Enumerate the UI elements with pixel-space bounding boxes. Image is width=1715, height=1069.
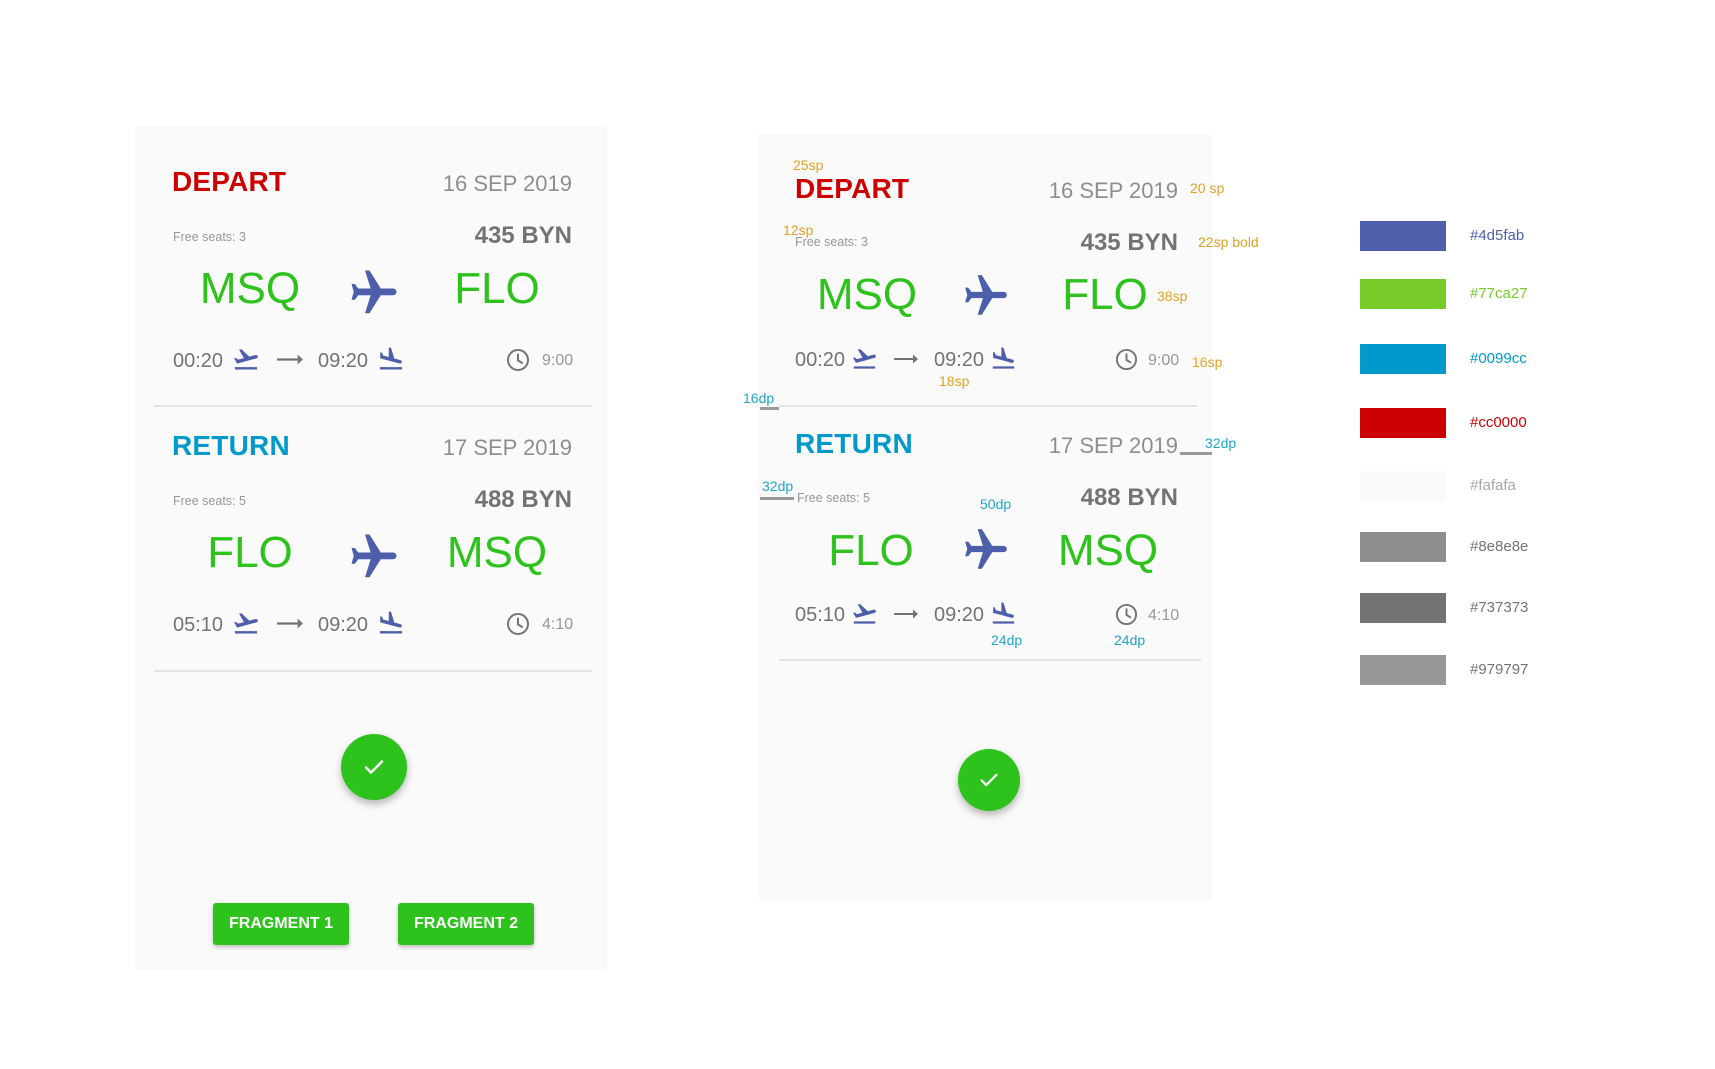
color-swatch xyxy=(1360,408,1446,438)
color-hex-label: #8e8e8e xyxy=(1470,538,1529,555)
color-hex-label: #77ca27 xyxy=(1470,285,1528,302)
color-swatch xyxy=(1360,655,1446,685)
depart-duration: 9:00 xyxy=(1148,352,1180,369)
landing-icon xyxy=(377,345,405,373)
clock-icon xyxy=(506,612,530,636)
return-arrival-time: 09:20 xyxy=(934,604,985,626)
return-duration: 4:10 xyxy=(1148,607,1180,624)
return-date: 17 SEP 2019 xyxy=(442,435,572,460)
depart-date: 16 SEP 2019 xyxy=(442,171,572,196)
depart-destination-code: FLO xyxy=(454,264,540,313)
depart-title: DEPART xyxy=(172,166,287,197)
annotation-code-size: 38sp xyxy=(1157,288,1188,304)
return-departure-time: 05:10 xyxy=(173,614,224,636)
clock-icon xyxy=(1115,348,1138,371)
annotation-margin-32-right: 32dp xyxy=(1205,435,1237,451)
divider xyxy=(154,670,592,672)
landing-icon xyxy=(990,600,1017,627)
annotation-date-size: 20 sp xyxy=(1190,180,1225,196)
color-swatch xyxy=(1360,593,1446,623)
annotation-title-size: 25sp xyxy=(793,157,824,173)
annotation-icon-size: 24dp xyxy=(991,632,1023,648)
depart-date: 16 SEP 2019 xyxy=(1048,178,1178,203)
divider xyxy=(779,659,1201,661)
confirm-fab-button[interactable] xyxy=(341,734,407,800)
color-swatch xyxy=(1360,279,1446,309)
takeoff-icon xyxy=(232,609,260,637)
airplane-icon xyxy=(961,271,1011,321)
depart-departure-time: 00:20 xyxy=(173,350,224,372)
return-title: RETURN xyxy=(795,428,913,459)
color-swatch xyxy=(1360,344,1446,374)
fragment-1-button[interactable]: FRAGMENT 1 xyxy=(213,903,349,945)
return-departure-time: 05:10 xyxy=(795,604,846,626)
airplane-icon xyxy=(347,530,401,584)
color-hex-label: #737373 xyxy=(1470,599,1529,616)
depart-duration: 9:00 xyxy=(542,352,574,369)
color-swatch xyxy=(1360,221,1446,251)
arrow-right-icon xyxy=(277,617,303,630)
confirm-fab-button[interactable] xyxy=(958,749,1020,811)
margin-marker xyxy=(760,407,779,410)
annotation-time-size: 18sp xyxy=(939,373,970,389)
depart-title: DEPART xyxy=(795,173,910,204)
airplane-icon xyxy=(961,525,1011,575)
return-arrival-time: 09:20 xyxy=(318,614,369,636)
clock-icon xyxy=(506,348,530,372)
check-icon xyxy=(978,769,1000,791)
divider xyxy=(154,405,592,407)
takeoff-icon xyxy=(851,600,878,627)
margin-marker xyxy=(1180,452,1212,455)
return-origin-code: FLO xyxy=(207,528,293,577)
return-title: RETURN xyxy=(172,430,290,461)
color-hex-label: #979797 xyxy=(1470,661,1529,678)
takeoff-icon xyxy=(232,345,260,373)
return-duration: 4:10 xyxy=(542,616,574,633)
takeoff-icon xyxy=(851,345,878,372)
return-free-seats: Free seats: 5 xyxy=(173,494,246,508)
annotation-margin-16: 16dp xyxy=(743,390,775,406)
depart-arrival-time: 09:20 xyxy=(318,350,369,372)
depart-departure-time: 00:20 xyxy=(795,349,846,371)
depart-destination-code: FLO xyxy=(1062,270,1148,319)
color-hex-label: #4d5fab xyxy=(1470,227,1525,244)
arrow-right-icon xyxy=(894,608,918,620)
landing-icon xyxy=(990,345,1017,372)
color-hex-label: #0099cc xyxy=(1470,350,1527,367)
clock-icon xyxy=(1115,603,1138,626)
depart-free-seats: Free seats: 3 xyxy=(795,235,868,249)
return-destination-code: MSQ xyxy=(446,528,548,577)
depart-price: 435 BYN xyxy=(1080,229,1178,256)
annotation-margin-32-left: 32dp xyxy=(762,478,794,494)
annotation-plane-size: 50dp xyxy=(980,496,1012,512)
return-price: 488 BYN xyxy=(1080,484,1178,511)
return-destination-code: MSQ xyxy=(1057,526,1159,575)
depart-price: 435 BYN xyxy=(474,222,572,249)
color-swatch xyxy=(1360,471,1446,501)
return-price: 488 BYN xyxy=(474,486,572,513)
color-hex-label: #fafafa xyxy=(1470,477,1516,494)
landing-icon xyxy=(377,609,405,637)
margin-marker xyxy=(760,497,794,500)
airplane-icon xyxy=(347,266,401,320)
depart-origin-code: MSQ xyxy=(199,264,301,313)
return-date: 17 SEP 2019 xyxy=(1048,433,1178,458)
check-icon xyxy=(362,755,386,779)
arrow-right-icon xyxy=(277,353,303,366)
annotation-clock-size: 24dp xyxy=(1114,632,1146,648)
color-swatch xyxy=(1360,532,1446,562)
annotation-duration-size: 16sp xyxy=(1192,354,1223,370)
annotation-price-size: 22sp bold xyxy=(1198,234,1259,250)
return-free-seats: Free seats: 5 xyxy=(797,491,870,505)
color-hex-label: #cc0000 xyxy=(1470,414,1527,431)
divider xyxy=(779,405,1197,407)
return-origin-code: FLO xyxy=(828,526,914,575)
depart-origin-code: MSQ xyxy=(816,270,918,319)
arrow-right-icon xyxy=(894,353,918,365)
fragment-2-button[interactable]: FRAGMENT 2 xyxy=(398,903,534,945)
depart-arrival-time: 09:20 xyxy=(934,349,985,371)
depart-free-seats: Free seats: 3 xyxy=(173,230,246,244)
